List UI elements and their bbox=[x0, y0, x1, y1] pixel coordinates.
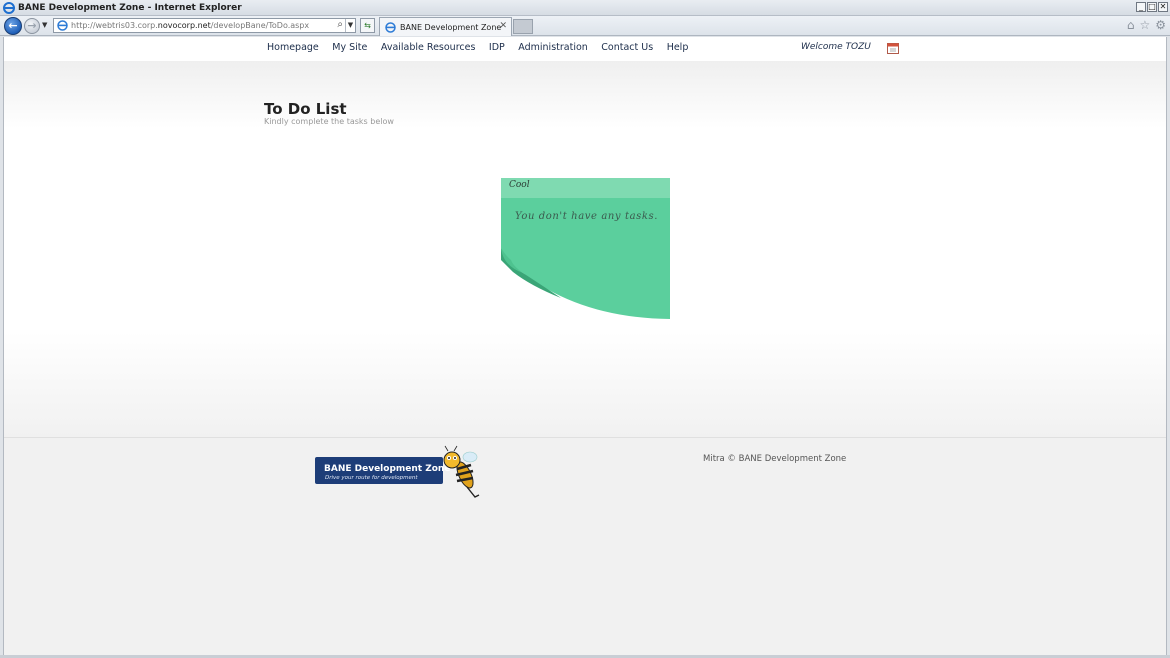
welcome-text: Welcome TOZU bbox=[801, 42, 871, 52]
main-menu: Homepage My Site Available Resources IDP… bbox=[267, 42, 702, 53]
tab-bane-development-zone[interactable]: BANE Development Zone ✕ bbox=[379, 17, 512, 36]
menu-item-contact-us[interactable]: Contact Us bbox=[601, 42, 653, 53]
back-button[interactable]: ← bbox=[4, 17, 22, 35]
close-tab-icon[interactable]: ✕ bbox=[499, 21, 507, 31]
menu-item-available-resources[interactable]: Available Resources bbox=[381, 42, 476, 53]
menu-item-my-site[interactable]: My Site bbox=[332, 42, 367, 53]
gear-icon[interactable]: ⚙ bbox=[1155, 18, 1166, 32]
tab-label: BANE Development Zone bbox=[400, 22, 502, 32]
menu-item-help[interactable]: Help bbox=[667, 42, 689, 53]
menu-item-homepage[interactable]: Homepage bbox=[267, 42, 319, 53]
menu-item-idp[interactable]: IDP bbox=[489, 42, 505, 53]
maximize-button[interactable]: □ bbox=[1147, 2, 1157, 12]
back-arrow-icon: ← bbox=[8, 19, 18, 32]
history-dropdown-icon[interactable]: ▼ bbox=[42, 21, 47, 29]
sticky-note-shape bbox=[501, 178, 670, 319]
window-controls: _ □ ✕ bbox=[1136, 2, 1168, 12]
browser-toolbar: ← → ▼ http://webtris03.corp.novocorp.net… bbox=[0, 16, 1170, 36]
window-titlebar: BANE Development Zone - Internet Explore… bbox=[0, 0, 1170, 16]
close-window-button[interactable]: ✕ bbox=[1158, 2, 1168, 12]
menu-item-administration[interactable]: Administration bbox=[518, 42, 588, 53]
url-text[interactable]: http://webtris03.corp.novocorp.net/devel… bbox=[71, 21, 309, 30]
page-title: To Do List bbox=[264, 100, 347, 118]
note-header: Cool bbox=[509, 180, 530, 190]
note-message: You don't have any tasks. bbox=[515, 211, 659, 222]
sticky-note: Cool You don't have any tasks. bbox=[501, 178, 670, 319]
browser-tools: ⌂ ☆ ⚙ bbox=[1127, 18, 1166, 32]
minimize-button[interactable]: _ bbox=[1136, 2, 1146, 12]
site-header: Homepage My Site Available Resources IDP… bbox=[4, 37, 1166, 61]
new-tab-button[interactable] bbox=[513, 19, 533, 34]
forward-button[interactable]: → bbox=[24, 18, 40, 34]
copyright-text: Mitra © BANE Development Zone bbox=[703, 454, 847, 464]
tab-page-icon bbox=[385, 21, 396, 33]
search-icon[interactable]: ⌕ bbox=[337, 19, 343, 30]
internet-explorer-icon bbox=[3, 1, 15, 14]
forward-arrow-icon: → bbox=[27, 19, 37, 32]
web-page: Homepage My Site Available Resources IDP… bbox=[3, 37, 1167, 655]
home-icon[interactable]: ⌂ bbox=[1127, 18, 1135, 32]
page-icon bbox=[57, 20, 68, 31]
favorites-star-icon[interactable]: ☆ bbox=[1139, 18, 1150, 32]
window-title: BANE Development Zone - Internet Explore… bbox=[18, 2, 242, 13]
address-bar[interactable]: http://webtris03.corp.novocorp.net/devel… bbox=[53, 18, 356, 33]
calendar-icon[interactable] bbox=[887, 42, 899, 54]
footer-divider bbox=[4, 437, 1166, 438]
logo-title: BANE Development Zone bbox=[324, 464, 450, 474]
content-area: To Do List Kindly complete the tasks bel… bbox=[4, 61, 1166, 437]
address-dropdown-icon[interactable]: ▼ bbox=[345, 19, 355, 32]
logo-tagline: Drive your route for development bbox=[325, 475, 418, 481]
page-subtitle: Kindly complete the tasks below bbox=[264, 117, 394, 126]
bane-logo[interactable]: BANE Development Zone Drive your route f… bbox=[315, 445, 480, 501]
compatibility-view-button[interactable]: ⇆ bbox=[360, 18, 375, 33]
